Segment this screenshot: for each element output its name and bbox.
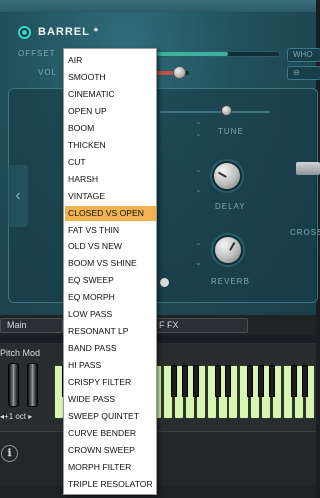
vol-label: VOL (38, 68, 58, 77)
dropdown-item[interactable]: RESONANT LP (65, 324, 156, 339)
dropdown-item[interactable]: SMOOTH (65, 70, 156, 85)
delay-label: DELAY (215, 202, 246, 211)
preset-dropdown-menu[interactable]: AIR SMOOTH CINEMATIC OPEN UP BOOM THICKEN CUT H… (63, 48, 157, 495)
dropdown-item[interactable]: FAT VS THIN (65, 223, 156, 238)
black-key[interactable] (247, 365, 254, 397)
black-key[interactable] (301, 365, 308, 397)
top-strip (0, 0, 316, 12)
offset-slider[interactable] (150, 51, 280, 57)
dropdown-item[interactable]: SWEEP QUINTET (65, 409, 156, 424)
dropdown-item[interactable]: WIDE PASS (65, 392, 156, 407)
offset-slider-fill (151, 52, 228, 56)
black-key[interactable] (225, 365, 232, 397)
mod-wheel[interactable] (27, 363, 38, 407)
dropdown-item[interactable]: OLD VS NEW (65, 239, 156, 254)
black-key[interactable] (269, 365, 275, 397)
black-key[interactable] (258, 365, 265, 397)
cross-label: CROSS (290, 228, 320, 237)
dropdown-item[interactable]: CROWN SWEEP (65, 443, 156, 458)
black-key[interactable] (170, 365, 177, 397)
tab-main[interactable]: Main (0, 318, 63, 333)
pitch-mod-label: Pitch Mod (0, 348, 41, 358)
reverb-knob[interactable] (213, 235, 243, 265)
dropdown-item[interactable]: BOOM VS SHINE (65, 256, 156, 271)
reverb-arrows-icon[interactable]: ⌃ ⌄ (195, 243, 202, 267)
black-key[interactable] (214, 365, 221, 397)
footer-bar (0, 486, 316, 498)
dropdown-item[interactable]: EQ MORPH (65, 290, 156, 305)
black-key[interactable] (192, 365, 199, 397)
dropdown-item[interactable]: CLOSED VS OPEN (65, 205, 156, 221)
reverb-label: REVERB (211, 277, 250, 286)
info-icon[interactable]: ℹ (1, 445, 18, 462)
dropdown-item[interactable]: VINTAGE (65, 189, 156, 204)
tune-slider-handle[interactable] (221, 105, 232, 116)
octave-selector[interactable]: ◂+1 oct ▸ (0, 412, 32, 421)
dropdown-item[interactable]: LOW PASS (65, 307, 156, 322)
dropdown-item[interactable]: BAND PASS (65, 341, 156, 356)
indicator-dot (160, 278, 169, 287)
offset-label: OFFSET (18, 49, 56, 58)
cross-toggle[interactable] (296, 162, 320, 175)
pitch-wheel[interactable] (8, 363, 19, 407)
dropdown-item[interactable]: THICKEN (65, 138, 156, 153)
who-button[interactable]: WHO (287, 48, 320, 62)
dropdown-item[interactable]: EQ SWEEP (65, 273, 156, 288)
tab-fx[interactable]: F FX (150, 318, 248, 333)
dropdown-item[interactable]: AIR (65, 53, 156, 68)
vol-slider-handle[interactable] (173, 66, 186, 79)
chevron-left-icon: ‹ (15, 187, 21, 204)
loop-button[interactable]: ⊖ (287, 66, 320, 80)
tune-label: TUNE (218, 127, 244, 136)
controls-panel (8, 88, 318, 303)
dropdown-item[interactable]: HI PASS (65, 358, 156, 373)
dropdown-item[interactable]: OPEN UP (65, 104, 156, 119)
delay-knob[interactable] (212, 161, 242, 191)
instrument-title: BARREL * (38, 26, 99, 38)
nav-left-button[interactable]: ‹ (8, 165, 28, 227)
dropdown-item[interactable]: MORPH FILTER (65, 460, 156, 475)
dropdown-item[interactable]: CRISPY FILTER (65, 375, 156, 390)
black-key[interactable] (181, 365, 188, 397)
black-key[interactable] (290, 365, 297, 397)
tune-arrows-icon[interactable]: ⌃ ⌄ (195, 122, 202, 138)
dropdown-item[interactable]: BOOM (65, 121, 156, 136)
tune-slider[interactable] (160, 111, 270, 113)
power-button[interactable] (18, 26, 31, 39)
dropdown-item[interactable]: CUT (65, 155, 156, 170)
dropdown-item[interactable]: TRIPLE RESOLATOR (65, 477, 156, 492)
dropdown-item[interactable]: CURVE BENDER (65, 426, 156, 441)
dropdown-item[interactable]: CINEMATIC (65, 87, 156, 102)
delay-arrows-icon[interactable]: ⌃ ⌄ (195, 170, 202, 194)
dropdown-item[interactable]: HARSH (65, 172, 156, 187)
power-icon (22, 30, 27, 35)
